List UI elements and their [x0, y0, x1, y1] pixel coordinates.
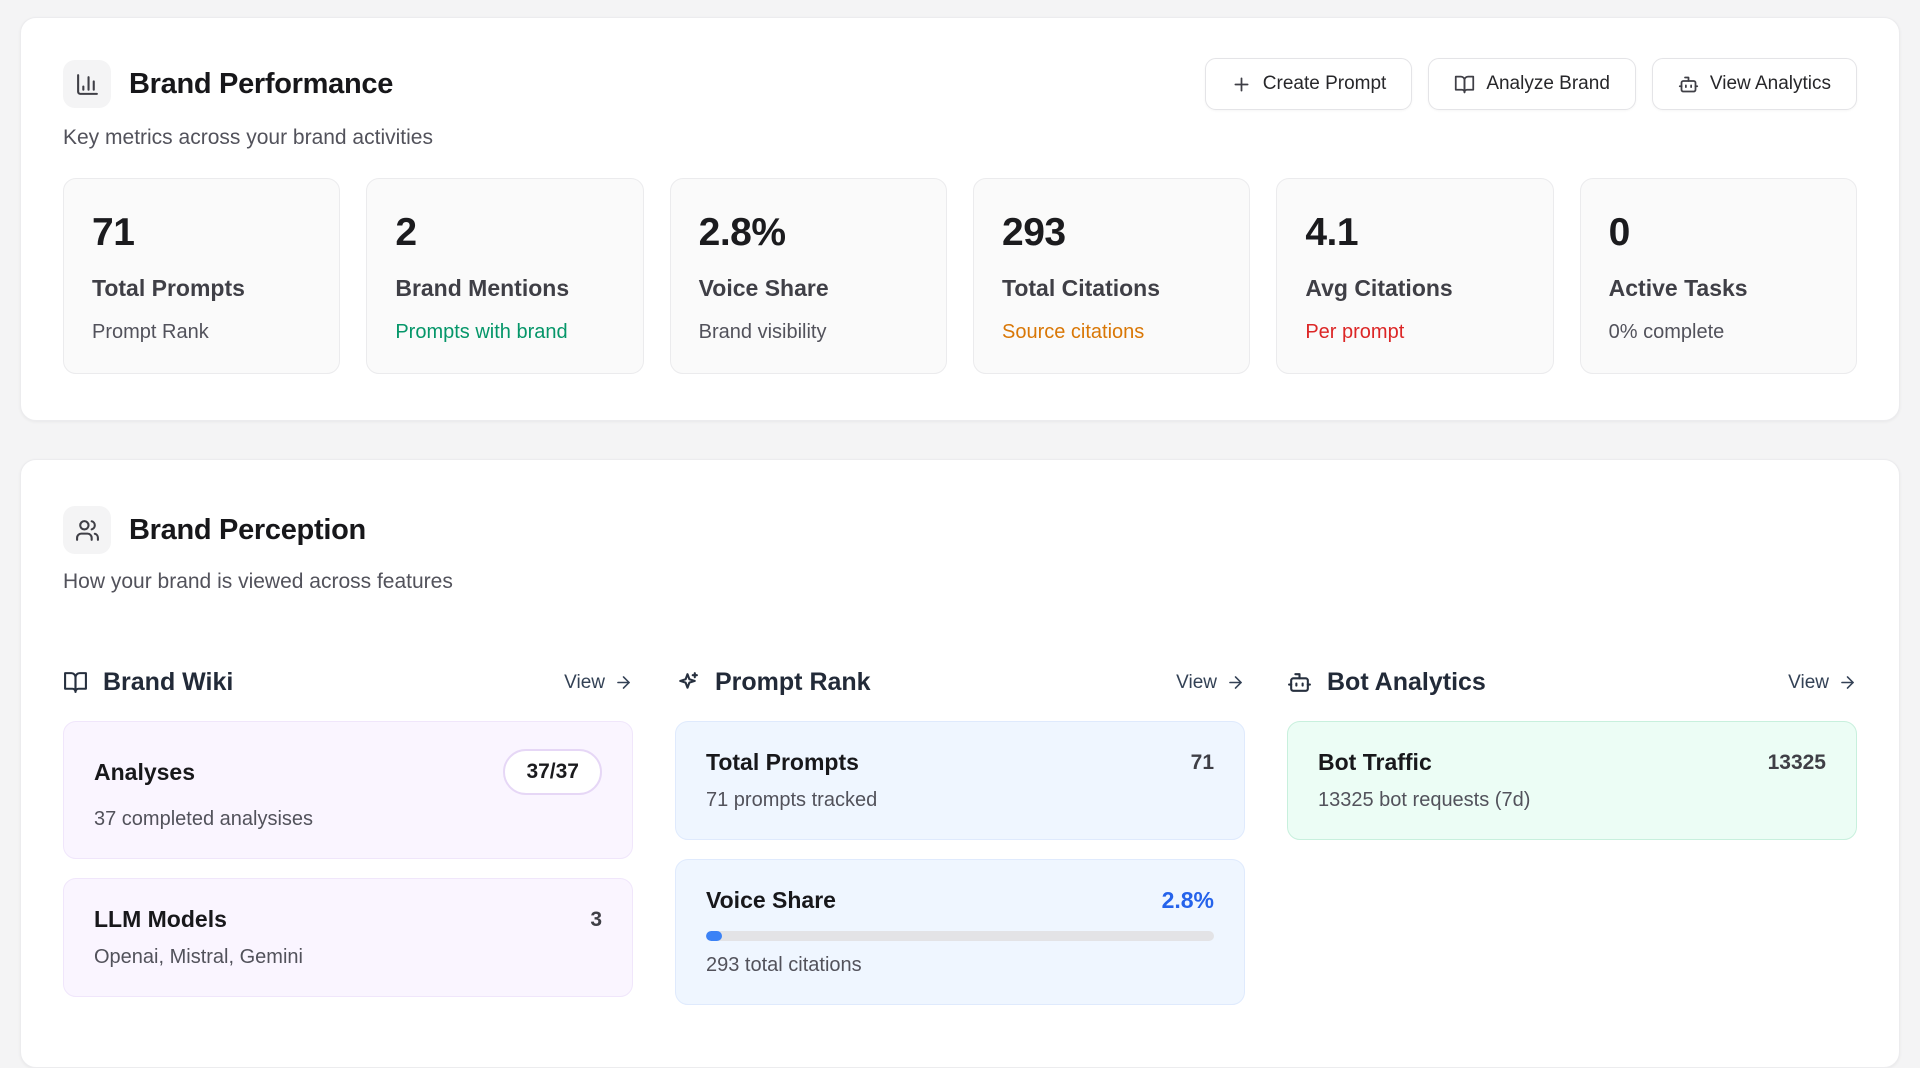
metric-card-brand-mentions: 2 Brand Mentions Prompts with brand [366, 178, 643, 374]
users-icon [63, 506, 111, 554]
view-analytics-button[interactable]: View Analytics [1652, 58, 1857, 110]
column-bot-analytics: Bot Analytics View Bot Traffic 13325 [1287, 668, 1857, 1005]
card-value: 13325 [1768, 751, 1826, 775]
card-subtext: 71 prompts tracked [706, 789, 1214, 812]
metric-subtext: 0% complete [1609, 321, 1828, 344]
analyses-card[interactable]: Analyses 37/37 37 completed analysises [63, 721, 633, 859]
metric-label: Total Citations [1002, 275, 1221, 302]
llm-models-card[interactable]: LLM Models 3 Openai, Mistral, Gemini [63, 878, 633, 997]
column-title: Prompt Rank [715, 668, 1176, 697]
voice-share-progress-fill [706, 931, 722, 941]
column-brand-wiki: Brand Wiki View Analyses 37/37 [63, 668, 633, 1005]
bot-traffic-card[interactable]: Bot Traffic 13325 13325 bot requests (7d… [1287, 721, 1857, 840]
section-subtitle: How your brand is viewed across features [63, 570, 1857, 594]
arrow-right-icon [1838, 673, 1857, 692]
plus-icon [1231, 74, 1252, 95]
metric-label: Voice Share [699, 275, 918, 302]
card-title: Analyses [94, 759, 195, 786]
card-subtext: 37 completed analysises [94, 808, 602, 831]
card-title: Voice Share [706, 887, 836, 914]
metric-card-total-prompts: 71 Total Prompts Prompt Rank [63, 178, 340, 374]
view-link-label: View [564, 672, 605, 694]
brand-wiki-view-link[interactable]: View [564, 672, 633, 694]
card-title: Bot Traffic [1318, 749, 1432, 776]
create-prompt-label: Create Prompt [1263, 73, 1387, 95]
metric-subtext: Source citations [1002, 321, 1221, 344]
metric-card-total-citations: 293 Total Citations Source citations [973, 178, 1250, 374]
analyze-brand-label: Analyze Brand [1486, 73, 1610, 95]
bot-analytics-view-link[interactable]: View [1788, 672, 1857, 694]
metric-value: 2.8% [699, 211, 918, 255]
total-prompts-card[interactable]: Total Prompts 71 71 prompts tracked [675, 721, 1245, 840]
section-subtitle: Key metrics across your brand activities [63, 126, 1857, 150]
card-value: 2.8% [1162, 887, 1214, 914]
metric-subtext: Prompts with brand [395, 321, 614, 344]
metrics-row: 71 Total Prompts Prompt Rank 2 Brand Men… [63, 178, 1857, 374]
page-title: Brand Performance [129, 68, 393, 101]
metric-label: Avg Citations [1305, 275, 1524, 302]
status-badge: 37/37 [503, 749, 602, 795]
card-subtext: Openai, Mistral, Gemini [94, 946, 602, 969]
metric-label: Brand Mentions [395, 275, 614, 302]
metric-card-avg-citations: 4.1 Avg Citations Per prompt [1276, 178, 1553, 374]
card-title: Total Prompts [706, 749, 859, 776]
card-subtext: 13325 bot requests (7d) [1318, 789, 1826, 812]
analyze-brand-button[interactable]: Analyze Brand [1428, 58, 1636, 110]
brand-performance-panel: Brand Performance Create Prompt Analyze … [20, 17, 1900, 421]
features-grid: Brand Wiki View Analyses 37/37 [63, 668, 1857, 1005]
column-prompt-rank: Prompt Rank View Total Prompts 71 [675, 668, 1245, 1005]
bot-icon [1287, 670, 1312, 695]
card-value: 3 [590, 908, 602, 932]
metric-subtext: Brand visibility [699, 321, 918, 344]
metric-card-voice-share: 2.8% Voice Share Brand visibility [670, 178, 947, 374]
sparkles-icon [675, 670, 700, 695]
header-actions: Create Prompt Analyze Brand View Analyti… [1205, 58, 1857, 110]
card-subtext: 293 total citations [706, 954, 1214, 977]
metric-value: 293 [1002, 211, 1221, 255]
metric-value: 71 [92, 211, 311, 255]
metric-value: 0 [1609, 211, 1828, 255]
column-title: Bot Analytics [1327, 668, 1788, 697]
bot-icon [1678, 74, 1699, 95]
arrow-right-icon [1226, 673, 1245, 692]
section-title: Brand Perception [129, 514, 366, 547]
card-title: LLM Models [94, 906, 227, 933]
view-link-label: View [1176, 672, 1217, 694]
view-link-label: View [1788, 672, 1829, 694]
brand-perception-panel: Brand Perception How your brand is viewe… [20, 459, 1900, 1068]
book-open-icon [1454, 74, 1475, 95]
column-title: Brand Wiki [103, 668, 564, 697]
chart-column-icon [63, 60, 111, 108]
voice-share-card[interactable]: Voice Share 2.8% 293 total citations [675, 859, 1245, 1005]
metric-value: 4.1 [1305, 211, 1524, 255]
card-value: 71 [1191, 751, 1214, 775]
view-analytics-label: View Analytics [1710, 73, 1831, 95]
metric-subtext: Per prompt [1305, 321, 1524, 344]
create-prompt-button[interactable]: Create Prompt [1205, 58, 1413, 110]
prompt-rank-view-link[interactable]: View [1176, 672, 1245, 694]
voice-share-progress-track [706, 931, 1214, 941]
book-open-icon [63, 670, 88, 695]
arrow-right-icon [614, 673, 633, 692]
metric-value: 2 [395, 211, 614, 255]
metric-label: Active Tasks [1609, 275, 1828, 302]
metric-card-active-tasks: 0 Active Tasks 0% complete [1580, 178, 1857, 374]
metric-label: Total Prompts [92, 275, 311, 302]
metric-subtext: Prompt Rank [92, 321, 311, 344]
